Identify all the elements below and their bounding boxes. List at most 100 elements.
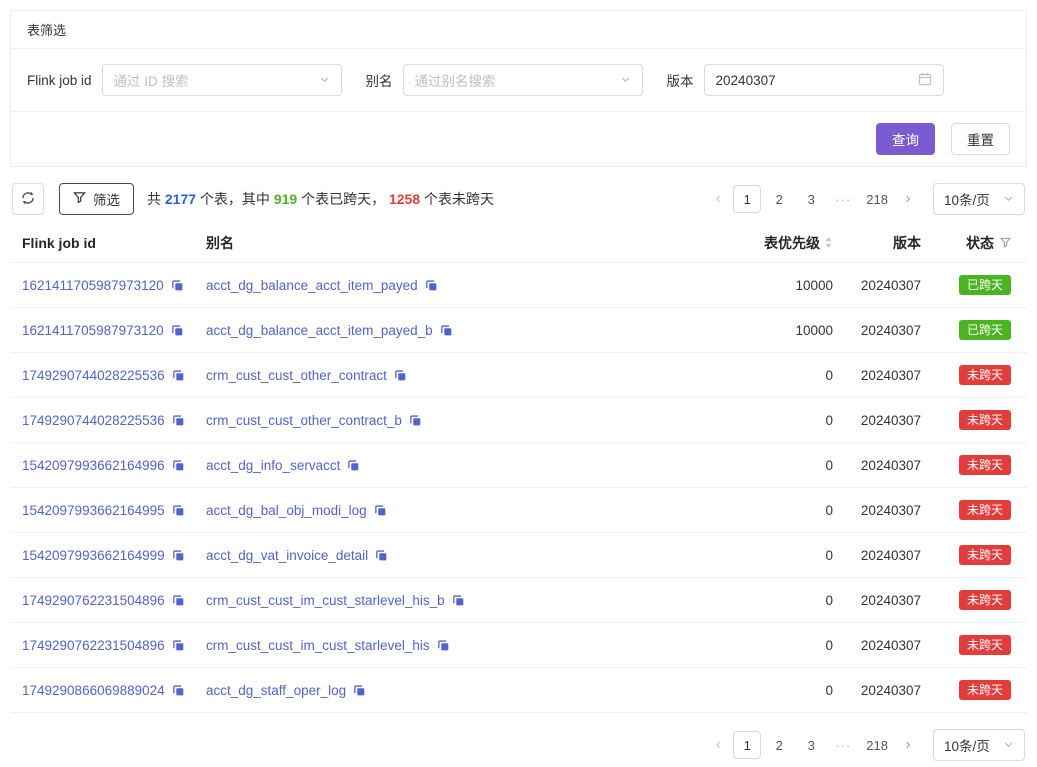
reset-button[interactable]: 重置 [951, 123, 1010, 155]
page-button-218[interactable]: 218 [861, 185, 893, 213]
copy-icon[interactable] [171, 324, 184, 337]
copy-icon[interactable] [409, 414, 422, 427]
page-button-3[interactable]: 3 [797, 185, 825, 213]
job-id-link[interactable]: 1621411705987973120 [22, 278, 164, 293]
job-id-link[interactable]: 1749290762231504896 [22, 593, 165, 608]
table-row: 1621411705987973120 acct_dg_balance_acct… [10, 308, 1027, 353]
copy-icon[interactable] [440, 324, 453, 337]
alias-link[interactable]: acct_dg_bal_obj_modi_log [206, 503, 367, 518]
page-size-select[interactable]: 10条/页 [933, 729, 1025, 761]
copy-icon[interactable] [172, 639, 185, 652]
alias-link[interactable]: acct_dg_balance_acct_item_payed [206, 278, 418, 293]
copy-icon[interactable] [172, 459, 185, 472]
summary-mid1: 个表，其中 [196, 191, 274, 207]
alias-link[interactable]: crm_cust_cust_other_contract_b [206, 413, 402, 428]
priority-cell: 10000 [683, 323, 833, 338]
alias-link[interactable]: crm_cust_cust_other_contract [206, 368, 387, 383]
table-header: Flink job id 别名 表优先级 版本 状态 [10, 223, 1027, 263]
copy-icon[interactable] [353, 684, 366, 697]
status-filter-funnel-icon[interactable] [1000, 237, 1011, 248]
prev-page-button[interactable]: ‹ [705, 731, 731, 759]
version-date-value: 20240307 [716, 73, 776, 88]
copy-icon[interactable] [437, 639, 450, 652]
copy-icon[interactable] [172, 684, 185, 697]
alias-link[interactable]: acct_dg_vat_invoice_detail [206, 548, 368, 563]
page-size-select[interactable]: 10条/页 [933, 183, 1025, 215]
copy-icon[interactable] [172, 414, 185, 427]
job-id-link[interactable]: 1621411705987973120 [22, 323, 164, 338]
alias-link[interactable]: acct_dg_info_servacct [206, 458, 340, 473]
chevron-down-icon [319, 72, 330, 88]
version-date-input[interactable]: 20240307 [704, 64, 944, 96]
copy-icon[interactable] [171, 279, 184, 292]
status-badge: 未跨天 [959, 680, 1011, 700]
table-row: 1749290744028225536 crm_cust_cust_other_… [10, 353, 1027, 398]
column-header-alias: 别名 [206, 233, 683, 253]
version-cell: 20240307 [833, 503, 921, 518]
job-id-link[interactable]: 1749290744028225536 [22, 368, 165, 383]
job-id-link[interactable]: 1749290762231504896 [22, 638, 165, 653]
page-button-218[interactable]: 218 [861, 731, 893, 759]
job-id-link[interactable]: 1749290744028225536 [22, 413, 165, 428]
page-button-2[interactable]: 2 [765, 731, 793, 759]
summary-total-count: 2177 [165, 191, 196, 207]
status-badge: 未跨天 [959, 500, 1011, 520]
alias-link[interactable]: crm_cust_cust_im_cust_starlevel_his [206, 638, 430, 653]
job-id-link[interactable]: 1542097993662164996 [22, 458, 165, 473]
prev-page-button[interactable]: ‹ [705, 185, 731, 213]
column-header-status[interactable]: 状态 [921, 233, 1027, 253]
copy-icon[interactable] [374, 504, 387, 517]
table-row: 1749290762231504896 crm_cust_cust_im_cus… [10, 623, 1027, 668]
copy-icon[interactable] [172, 549, 185, 562]
field-flink-job-id: Flink job id 通过 ID 搜索 [27, 64, 342, 96]
flink-job-id-select[interactable]: 通过 ID 搜索 [102, 64, 342, 96]
field-alias: 别名 通过别名搜索 [366, 64, 643, 96]
priority-cell: 0 [683, 368, 833, 383]
page-button-1[interactable]: 1 [733, 185, 761, 213]
page: 表筛选 Flink job id 通过 ID 搜索 别名 通过别名搜索 [0, 0, 1037, 767]
alias-link[interactable]: crm_cust_cust_im_cust_starlevel_his_b [206, 593, 445, 608]
refresh-button[interactable] [12, 183, 44, 215]
copy-icon[interactable] [375, 549, 388, 562]
summary-prefix: 共 [147, 191, 165, 207]
status-badge: 未跨天 [959, 365, 1011, 385]
table: Flink job id 别名 表优先级 版本 状态 1621411705987… [10, 223, 1027, 713]
copy-icon[interactable] [172, 504, 185, 517]
query-button[interactable]: 查询 [876, 123, 935, 155]
priority-cell: 0 [683, 413, 833, 428]
summary-crossed-count: 919 [274, 191, 297, 207]
status-badge: 已跨天 [959, 275, 1011, 295]
table-row: 1542097993662164995 acct_dg_bal_obj_modi… [10, 488, 1027, 533]
page-button-2[interactable]: 2 [765, 185, 793, 213]
priority-cell: 0 [683, 683, 833, 698]
sort-icon[interactable] [824, 236, 833, 249]
next-page-button[interactable]: › [895, 185, 921, 213]
status-badge: 未跨天 [959, 635, 1011, 655]
filter-button[interactable]: 筛选 [59, 183, 134, 215]
page-button-3[interactable]: 3 [797, 731, 825, 759]
status-badge: 未跨天 [959, 590, 1011, 610]
job-id-link[interactable]: 1542097993662164995 [22, 503, 165, 518]
job-id-link[interactable]: 1542097993662164999 [22, 548, 165, 563]
alias-select[interactable]: 通过别名搜索 [403, 64, 643, 96]
version-label: 版本 [667, 70, 694, 90]
next-page-button[interactable]: › [895, 731, 921, 759]
job-id-link[interactable]: 1749290866069889024 [22, 683, 165, 698]
filter-actions: 查询 重置 [11, 112, 1026, 166]
page-button-1[interactable]: 1 [733, 731, 761, 759]
table-row: 1542097993662164996 acct_dg_info_servacc… [10, 443, 1027, 488]
column-header-priority[interactable]: 表优先级 [683, 233, 833, 253]
alias-link[interactable]: acct_dg_staff_oper_log [206, 683, 346, 698]
copy-icon[interactable] [452, 594, 465, 607]
summary-not-crossed-count: 1258 [389, 191, 420, 207]
summary-suffix: 个表未跨天 [420, 191, 494, 207]
alias-link[interactable]: acct_dg_balance_acct_item_payed_b [206, 323, 433, 338]
copy-icon[interactable] [425, 279, 438, 292]
copy-icon[interactable] [172, 594, 185, 607]
copy-icon[interactable] [394, 369, 407, 382]
column-header-flink-job-id: Flink job id [10, 235, 206, 251]
copy-icon[interactable] [172, 369, 185, 382]
toolbar: 筛选 共 2177 个表，其中 919 个表已跨天， 1258 个表未跨天 ‹1… [12, 183, 1025, 215]
pagination-zone-top: ‹123···218› 10条/页 [705, 183, 1025, 215]
copy-icon[interactable] [347, 459, 360, 472]
